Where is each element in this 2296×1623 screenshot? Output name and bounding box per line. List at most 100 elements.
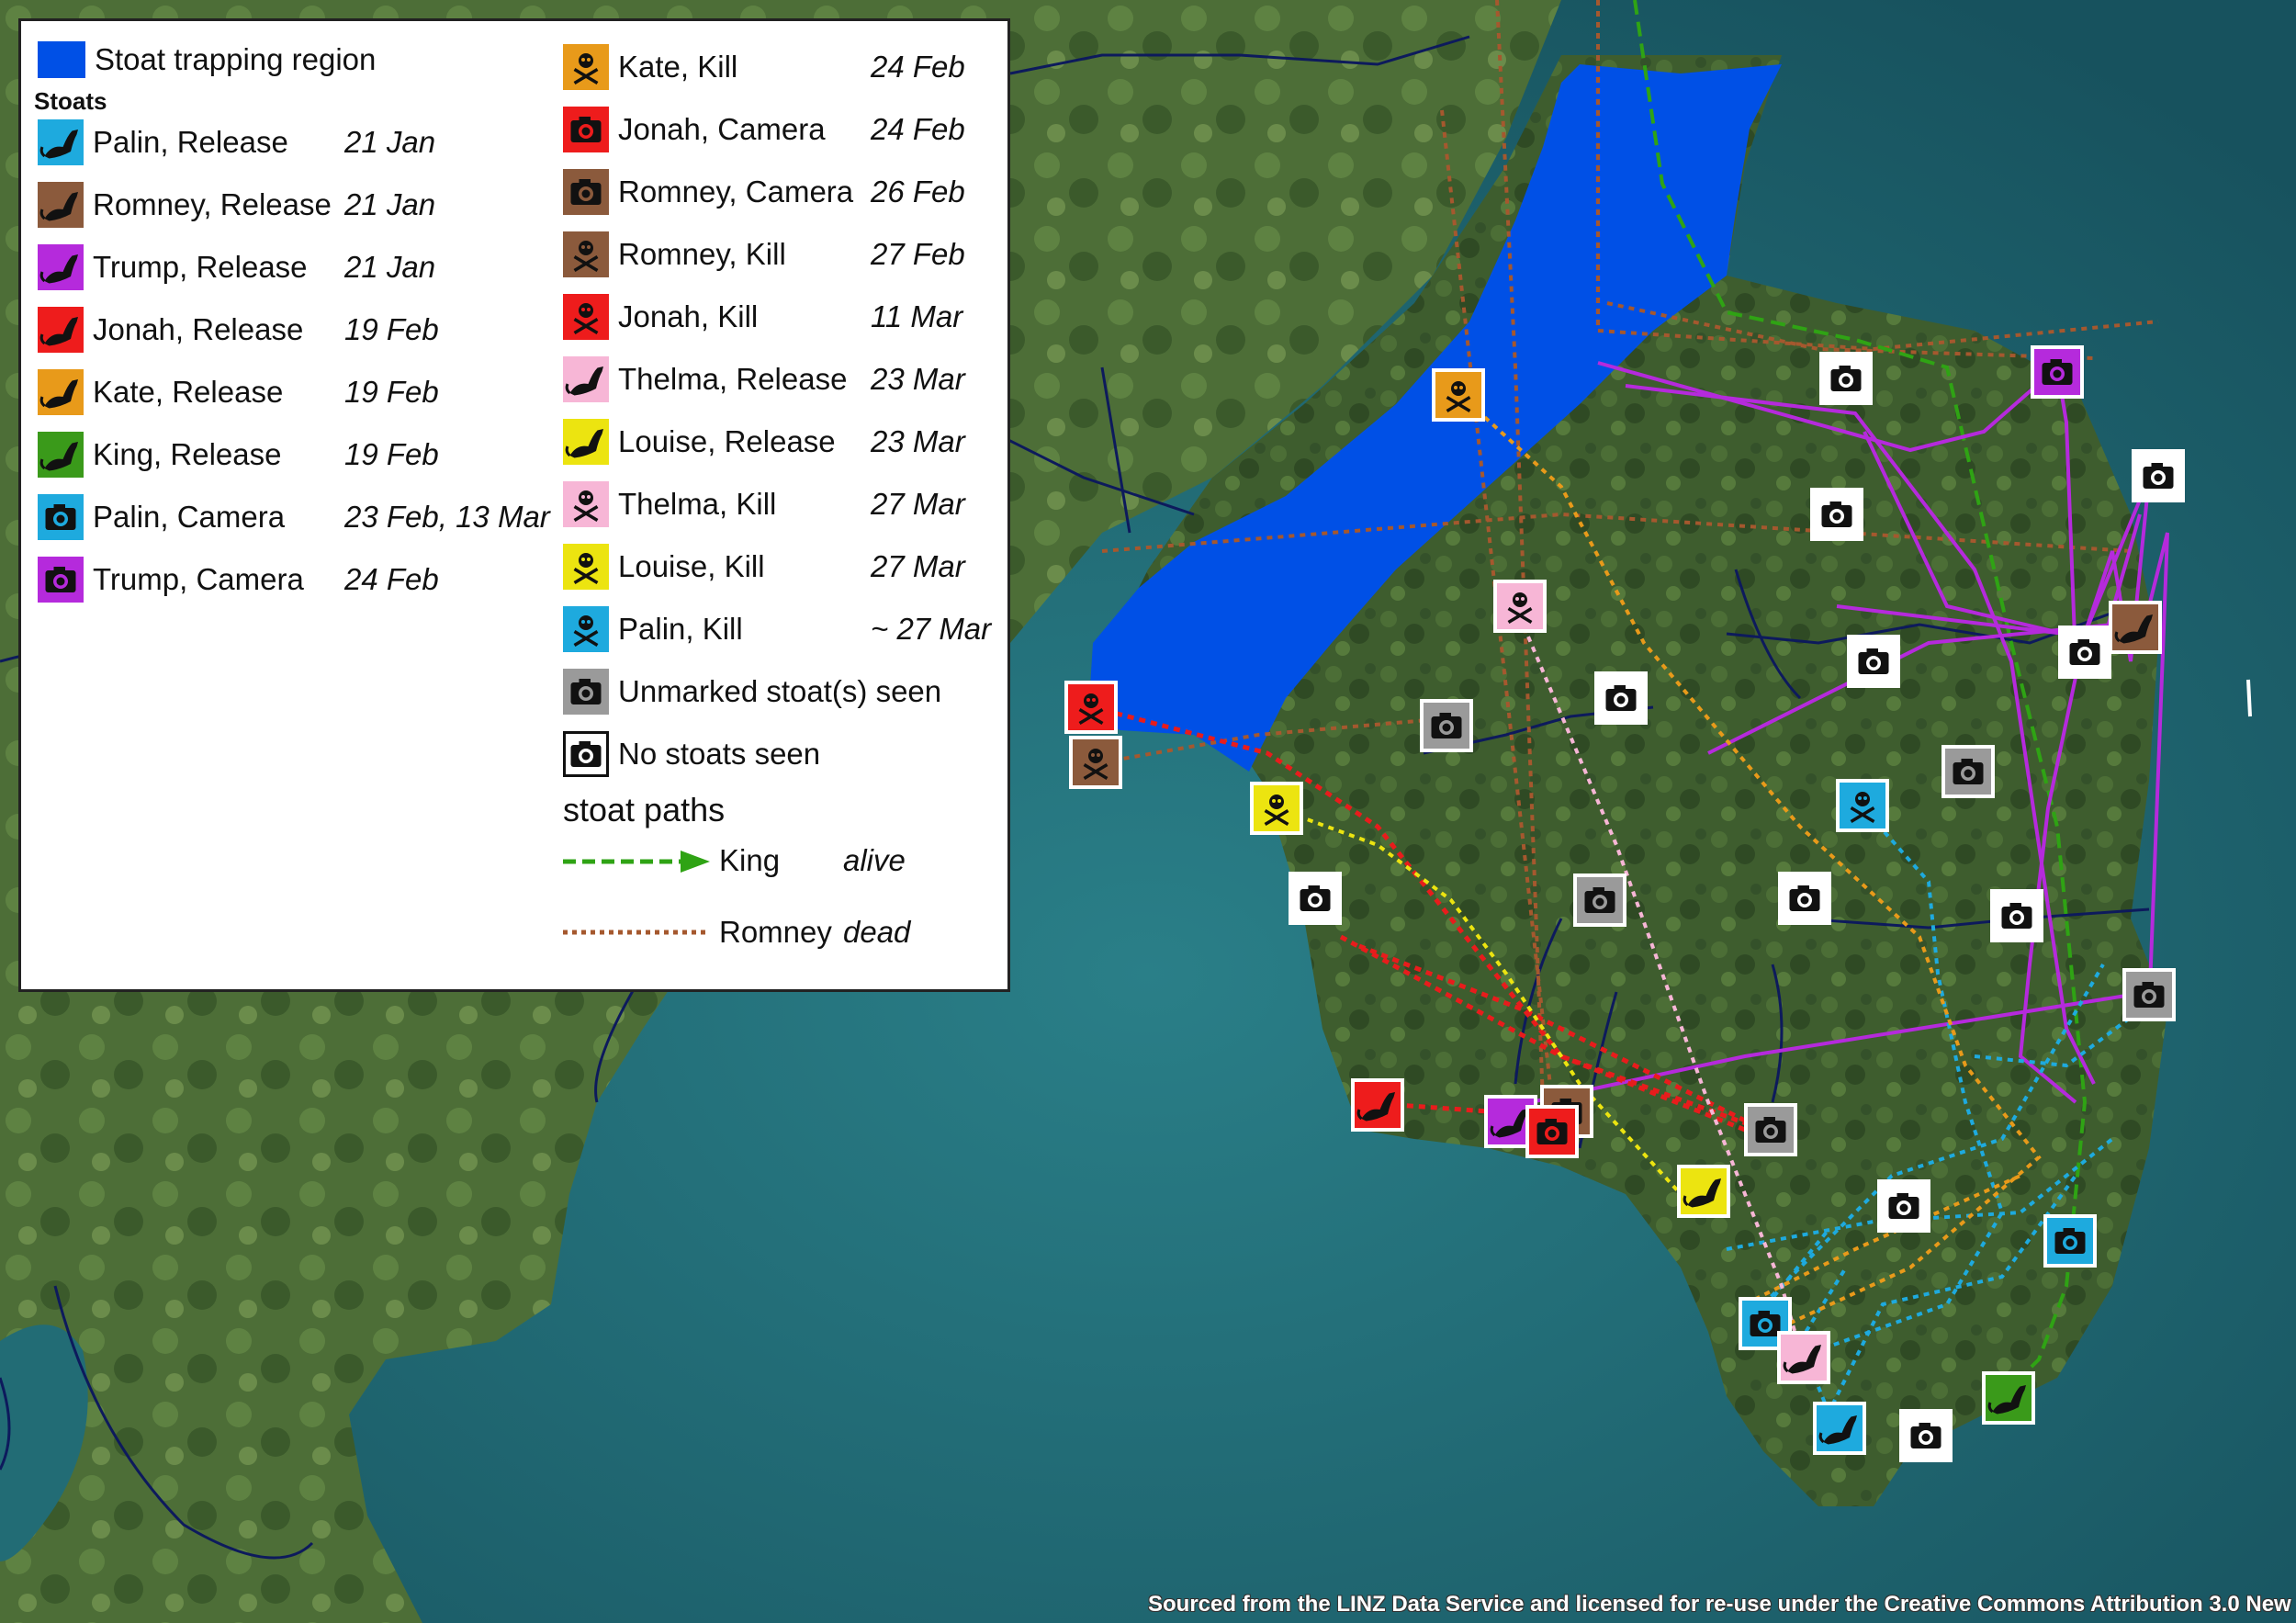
legend-right-date-6: 23 Mar [871, 424, 965, 458]
legend-right-label-9: Palin, Kill [618, 612, 743, 646]
legend-right-date-4: 11 Mar [871, 299, 963, 333]
legend-right-icon-6-stoat-icon [563, 419, 609, 465]
legend-left-label-7: Trump, Camera [93, 562, 304, 596]
stoats-heading: Stoats [34, 87, 107, 115]
map-marker-camera-none [1810, 488, 1863, 541]
legend-right-date-8: 27 Mar [871, 549, 965, 583]
map-marker-camera-unmarked [1420, 699, 1473, 752]
legend-right-label-5: Thelma, Release [618, 362, 848, 396]
legend-right-icon-9-skull-icon [563, 606, 609, 652]
map-marker-camera-none [1289, 872, 1342, 925]
legend-right-icon-10-camera-icon [563, 669, 609, 715]
legend-right-label-1: Jonah, Camera [618, 112, 826, 146]
legend-right-label-11: No stoats seen [618, 737, 821, 771]
legend-right-icon-8-skull-icon [563, 544, 609, 590]
king-path-name: King [719, 843, 781, 877]
map-marker-camera-unmarked [1744, 1103, 1797, 1156]
map-marker-camera-none [1877, 1179, 1930, 1233]
legend-right-label-2: Romney, Camera [618, 175, 854, 209]
legend-left-date-3: 19 Feb [344, 312, 439, 346]
legend-left-icon-6-camera-icon [38, 494, 84, 540]
map-marker-stoat-thelma [1777, 1331, 1830, 1384]
legend-left-label-5: King, Release [93, 437, 282, 471]
legend-right-label-0: Kate, Kill [618, 50, 738, 84]
map-marker-camera-none [1819, 352, 1873, 405]
legend-left-icon-1-stoat-icon [38, 182, 84, 228]
king-path-status: alive [843, 843, 906, 877]
map-marker-camera-none [1594, 671, 1648, 725]
legend-left-label-2: Trump, Release [93, 250, 308, 284]
legend-right-date-1: 24 Feb [871, 112, 965, 146]
map-marker-skull-louise [1250, 782, 1303, 835]
map-marker-camera-none [1990, 889, 2043, 942]
legend-right-label-10: Unmarked stoat(s) seen [618, 674, 942, 708]
legend-left-icon-4-stoat-icon [38, 369, 84, 415]
map-marker-camera-trump [2031, 345, 2084, 399]
legend-right-label-4: Jonah, Kill [618, 299, 759, 333]
map-marker-skull-thelma [1493, 580, 1547, 633]
map-marker-camera-unmarked [1941, 745, 1995, 798]
map-marker-skull-palin [1836, 779, 1889, 832]
map-marker-skull-romney [1069, 736, 1122, 789]
legend-left-label-4: Kate, Release [93, 375, 284, 409]
map-marker-camera-none [1847, 635, 1900, 688]
legend-left-icon-7-camera-icon [38, 557, 84, 603]
map-marker-stoat-jonah [1351, 1078, 1404, 1132]
map-marker-camera-palin [2043, 1214, 2097, 1268]
legend-left-icon-0-stoat-icon [38, 119, 84, 165]
legend-right-icon-4-skull-icon [563, 294, 609, 340]
data-credit: Sourced from the LINZ Data Service and l… [1148, 1592, 2291, 1617]
legend-left-label-6: Palin, Camera [93, 500, 286, 534]
map-legend: Stoat trapping region Stoats Palin, Rele… [18, 18, 1010, 992]
legend-right-date-2: 26 Feb [871, 175, 965, 209]
legend-right-icon-3-skull-icon [563, 231, 609, 277]
map-marker-camera-none [2132, 449, 2185, 502]
romney-path-name: Romney [719, 915, 832, 949]
map-marker-camera-none [1778, 872, 1831, 925]
legend-right-date-0: 24 Feb [871, 50, 965, 84]
map-marker-stoat-king [1982, 1371, 2035, 1425]
legend-right-label-6: Louise, Release [618, 424, 836, 458]
legend-left-icon-3-stoat-icon [38, 307, 84, 353]
legend-right-date-5: 23 Mar [871, 362, 965, 396]
legend-left-icon-2-stoat-icon [38, 244, 84, 290]
map-marker-camera-jonah [1525, 1105, 1579, 1158]
legend-left-label-1: Romney, Release [93, 187, 332, 221]
legend-right-icon-2-camera-icon [563, 169, 609, 215]
map-marker-camera-unmarked [2122, 968, 2176, 1021]
stoat-paths-heading: stoat paths [563, 791, 726, 828]
legend-right-icon-11-camera-icon [563, 731, 609, 777]
legend-left-date-4: 19 Feb [344, 375, 439, 409]
legend-right-date-7: 27 Mar [871, 487, 965, 521]
romney-path-status: dead [843, 915, 911, 949]
legend-right-icon-1-camera-icon [563, 107, 609, 152]
legend-left-date-2: 21 Jan [344, 250, 436, 284]
legend-left-date-7: 24 Feb [344, 562, 439, 596]
map-marker-skull-kate [1432, 368, 1485, 422]
map-marker-camera-unmarked [1573, 873, 1626, 927]
legend-right-icon-5-stoat-icon [563, 356, 609, 402]
map-marker-camera-none [2058, 626, 2111, 679]
legend-right-icon-7-skull-icon [563, 481, 609, 527]
trapping-region-swatch [38, 41, 85, 78]
legend-right-label-3: Romney, Kill [618, 237, 786, 271]
map-marker-stoat-louise [1677, 1165, 1730, 1218]
legend-left-icon-5-stoat-icon [38, 432, 84, 478]
map-marker-skull-jonah [1064, 681, 1118, 734]
legend-left-label-0: Palin, Release [93, 125, 288, 159]
legend-right-label-8: Louise, Kill [618, 549, 765, 583]
legend-right-date-3: 27 Feb [871, 237, 965, 271]
map-marker-camera-none [1899, 1409, 1953, 1462]
legend-left-label-3: Jonah, Release [93, 312, 304, 346]
map-marker-stoat-romney [2109, 601, 2162, 654]
legend-right-date-9: ~ 27 Mar [871, 612, 992, 646]
king-path-swatch [563, 851, 710, 873]
legend-left-date-1: 21 Jan [344, 187, 436, 221]
legend-left-date-0: 21 Jan [344, 125, 436, 159]
legend-left-date-6: 23 Feb, 13 Mar [344, 500, 550, 534]
boat-wake [2246, 679, 2252, 717]
map-marker-stoat-palin [1813, 1402, 1866, 1455]
legend-left-date-5: 19 Feb [344, 437, 439, 471]
trapping-region-label: Stoat trapping region [95, 42, 377, 76]
legend-right-icon-0-skull-icon [563, 44, 609, 90]
